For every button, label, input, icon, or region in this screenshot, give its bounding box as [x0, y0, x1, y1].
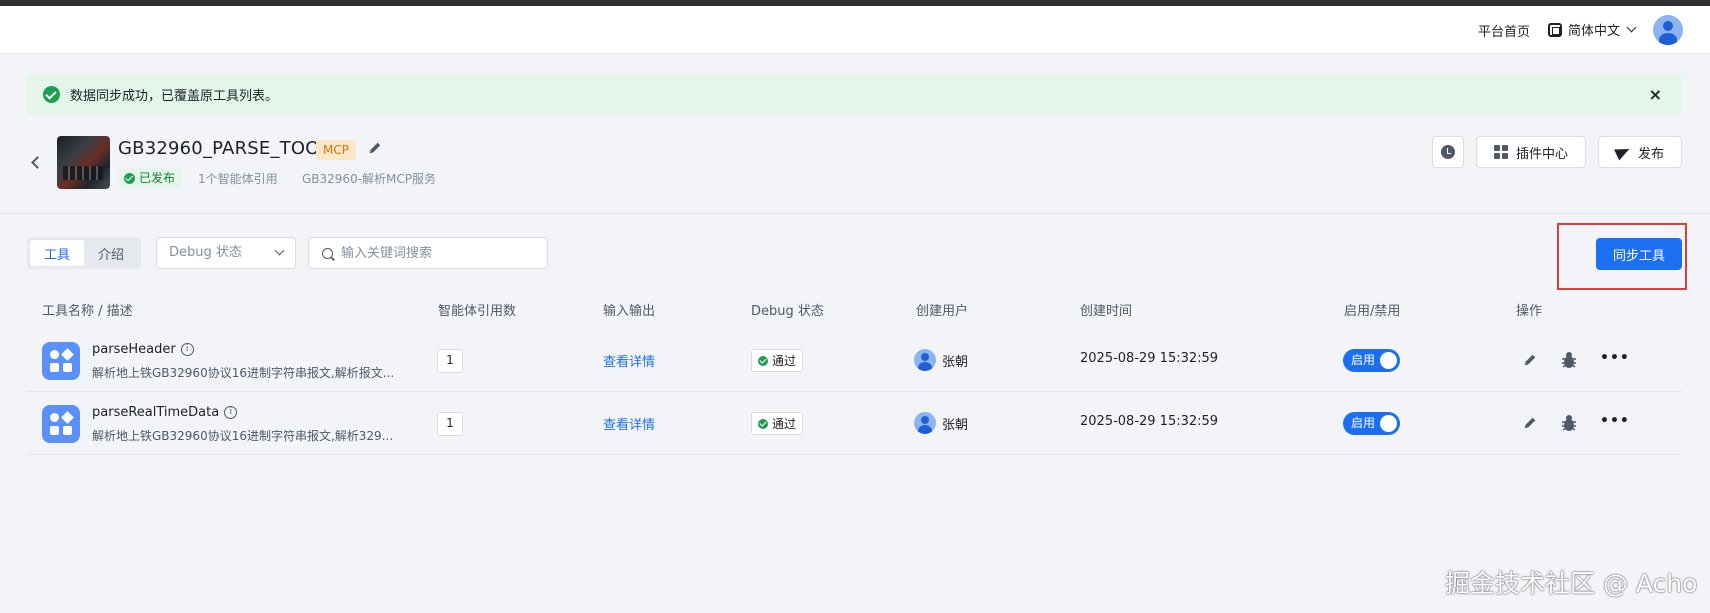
- table-row: parseRealTimeData i 解析地上铁GB32960协议16进制字符…: [26, 392, 1682, 455]
- debug-bug-icon[interactable]: [1561, 414, 1577, 432]
- publish-button[interactable]: 发布: [1598, 136, 1682, 168]
- col-ref-count: 智能体引用数: [438, 304, 517, 319]
- edit-title-icon[interactable]: [368, 141, 382, 155]
- tool-app-icon: [42, 405, 80, 443]
- debug-status-text: 通过: [772, 354, 797, 368]
- type-tag: MCP: [316, 140, 356, 160]
- info-icon[interactable]: i: [180, 343, 194, 356]
- table-header: 工具名称 / 描述 智能体引用数 输入输出 Debug 状态 创建用户 创建时间…: [26, 292, 1682, 328]
- user-avatar[interactable]: [1653, 15, 1683, 45]
- chevron-down-icon: [274, 245, 285, 256]
- debug-bug-icon[interactable]: [1561, 351, 1577, 369]
- published-check-icon: [124, 172, 135, 184]
- tool-thumbnail: [57, 136, 110, 189]
- debug-status-text: 通过: [772, 417, 797, 431]
- plugin-center-label: 插件中心: [1515, 146, 1568, 162]
- info-icon[interactable]: i: [224, 406, 238, 419]
- debug-status-badge: 通过: [751, 412, 804, 435]
- search-box: [308, 237, 548, 269]
- plugin-center-button[interactable]: 插件中心: [1476, 136, 1586, 168]
- col-name: 工具名称 / 描述: [42, 304, 133, 319]
- tool-app-icon: [42, 342, 80, 380]
- created-time: 2025-08-29 15:32:59: [1080, 351, 1219, 366]
- enable-toggle[interactable]: 启用: [1343, 412, 1400, 435]
- tab-tools[interactable]: 工具: [30, 240, 84, 266]
- language-icon: [1548, 22, 1562, 37]
- pass-check-icon: [758, 418, 768, 429]
- tool-header: GB32960_PARSE_TOOL MCP 已发布 1个智能体引用 GB329…: [0, 130, 1710, 214]
- creator-name: 张朝: [942, 417, 969, 433]
- edit-icon[interactable]: [1523, 416, 1537, 430]
- debug-status-select-value: Debug 状态: [169, 245, 242, 260]
- col-enable: 启用/禁用: [1344, 304, 1401, 319]
- watermark: 掘金技术社区 @ Acho: [1445, 569, 1698, 598]
- creator-user: 张朝: [914, 412, 968, 434]
- history-button[interactable]: [1432, 136, 1464, 168]
- publish-label: 发布: [1637, 146, 1664, 162]
- col-io: 输入输出: [603, 304, 656, 319]
- tool-name-text: parseHeader: [92, 342, 176, 357]
- sync-tools-button[interactable]: 同步工具: [1596, 238, 1682, 270]
- search-icon: [322, 247, 333, 259]
- success-check-icon: [43, 86, 60, 103]
- tool-description: GB32960-解析MCP服务: [302, 172, 437, 186]
- back-arrow-icon[interactable]: [31, 156, 44, 169]
- language-switcher[interactable]: 简体中文: [1548, 20, 1637, 39]
- more-actions-icon[interactable]: •••: [1600, 351, 1630, 365]
- tool-description-cell: 解析地上铁GB32960协议16进制字符串报文,解析报文...: [92, 366, 395, 380]
- tool-name-text: parseRealTimeData: [92, 405, 220, 420]
- user-avatar: [914, 412, 936, 434]
- edit-icon[interactable]: [1523, 353, 1537, 367]
- search-input[interactable]: [341, 245, 541, 261]
- clock-icon: [1441, 145, 1455, 159]
- ref-count-cell[interactable]: 1: [437, 349, 463, 373]
- col-actions: 操作: [1516, 304, 1543, 319]
- table-row: parseHeader i 解析地上铁GB32960协议16进制字符串报文,解析…: [26, 329, 1682, 392]
- user-avatar: [914, 349, 936, 371]
- published-status-badge: 已发布: [119, 168, 182, 188]
- more-actions-icon[interactable]: •••: [1600, 414, 1630, 428]
- tool-description-cell: 解析地上铁GB32960协议16进制字符串报文,解析329...: [92, 429, 394, 443]
- alert-close-button[interactable]: ×: [1649, 85, 1662, 104]
- col-created: 创建时间: [1080, 304, 1133, 319]
- ref-count-cell[interactable]: 1: [437, 412, 463, 436]
- sync-success-alert: 数据同步成功，已覆盖原工具列表。 ×: [26, 74, 1682, 115]
- top-navbar: 平台首页 简体中文: [0, 6, 1710, 54]
- grid-icon: [1493, 145, 1508, 159]
- view-details-link[interactable]: 查看详情: [603, 414, 655, 433]
- created-time: 2025-08-29 15:32:59: [1080, 414, 1219, 429]
- tool-name: parseRealTimeData i: [92, 405, 238, 420]
- col-user: 创建用户: [916, 304, 969, 319]
- tool-name: parseHeader i: [92, 342, 194, 357]
- creator-name: 张朝: [942, 354, 969, 370]
- view-details-link[interactable]: 查看详情: [603, 351, 655, 370]
- language-label: 简体中文: [1568, 24, 1621, 39]
- debug-status-badge: 通过: [751, 349, 804, 372]
- tab-intro[interactable]: 介绍: [84, 240, 138, 266]
- alert-message: 数据同步成功，已覆盖原工具列表。: [70, 89, 279, 104]
- published-status-text: 已发布: [139, 171, 176, 185]
- creator-user: 张朝: [914, 349, 968, 371]
- col-debug: Debug 状态: [751, 304, 824, 319]
- agent-ref-count: 1个智能体引用: [198, 172, 278, 186]
- platform-home-link[interactable]: 平台首页: [1478, 21, 1530, 40]
- debug-status-select[interactable]: Debug 状态: [156, 237, 296, 269]
- chevron-down-icon: [1626, 22, 1637, 33]
- send-icon: [1614, 143, 1632, 161]
- view-tabs: 工具 介绍: [27, 237, 141, 269]
- tool-title: GB32960_PARSE_TOOL: [118, 138, 330, 159]
- enable-toggle[interactable]: 启用: [1343, 349, 1400, 372]
- pass-check-icon: [758, 355, 768, 366]
